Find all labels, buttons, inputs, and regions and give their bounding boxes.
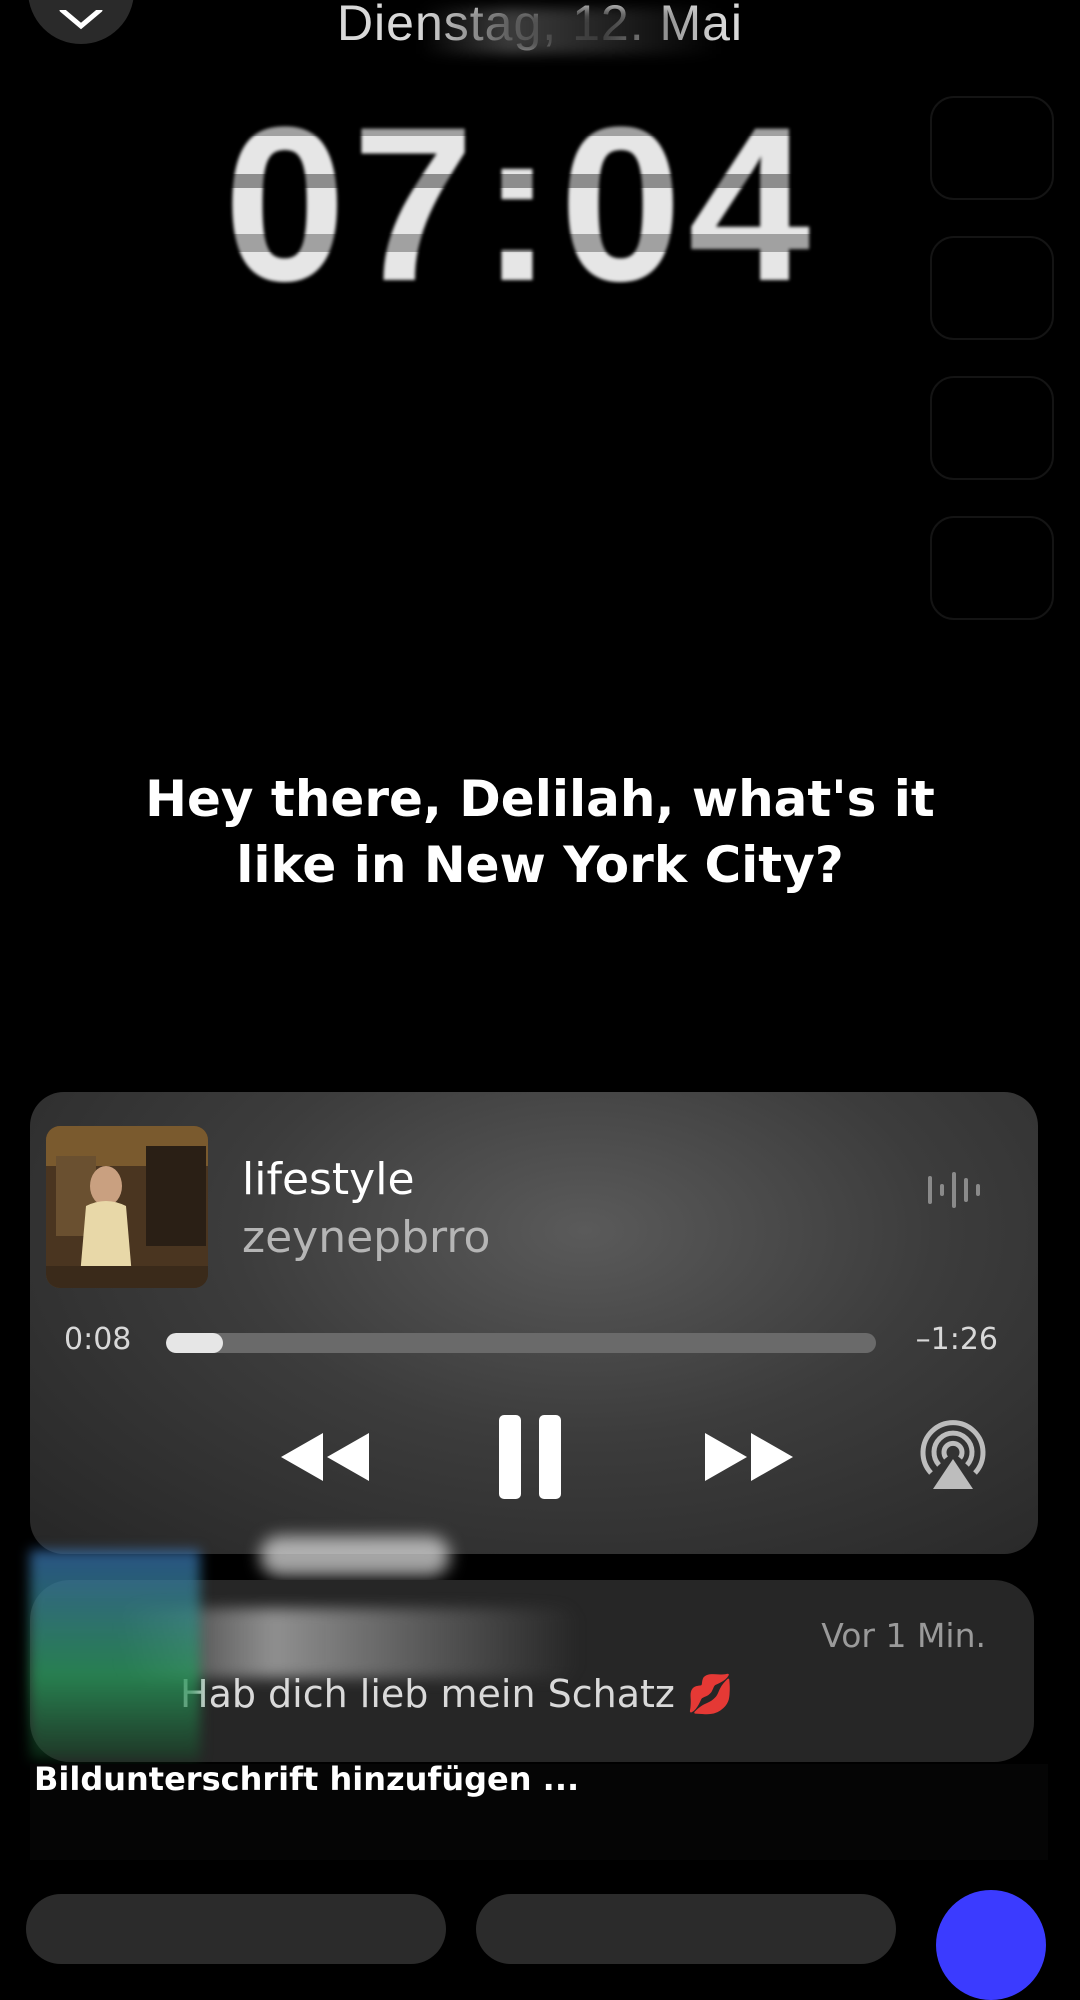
bottom-action-button[interactable] <box>26 1894 446 1964</box>
widget-placeholder <box>930 236 1054 340</box>
now-playing-widget[interactable]: lifestyle zeynepbrro 0:08 –1:26 <box>30 1092 1038 1554</box>
waveform-icon <box>928 1172 980 1208</box>
artwork-image <box>46 1126 208 1288</box>
date-redaction <box>420 8 720 54</box>
remaining-time: –1:26 <box>915 1322 998 1357</box>
fast-forward-icon <box>705 1433 793 1481</box>
clock-redaction-overlay <box>140 114 900 296</box>
send-button[interactable] <box>936 1890 1046 2000</box>
album-artwork[interactable] <box>46 1126 208 1288</box>
airplay-button[interactable] <box>910 1408 996 1498</box>
elapsed-time: 0:08 <box>64 1322 132 1357</box>
redaction-smudge <box>260 1536 450 1576</box>
fast-forward-button[interactable] <box>694 1412 804 1502</box>
pause-icon <box>499 1415 561 1499</box>
notification-time: Vor 1 Min. <box>821 1616 986 1655</box>
rewind-button[interactable] <box>270 1412 380 1502</box>
lock-screen-clock: 07:04 <box>140 84 900 324</box>
song-title: lifestyle <box>242 1154 415 1205</box>
rewind-icon <box>281 1433 369 1481</box>
pause-button[interactable] <box>490 1402 570 1512</box>
caption-input[interactable]: Bildunterschrift hinzufügen ... <box>34 1760 579 1798</box>
progress-bar[interactable] <box>166 1333 876 1353</box>
airplay-icon <box>920 1420 986 1489</box>
progress-fill <box>166 1333 223 1353</box>
app-icon-blur <box>30 1550 200 1760</box>
widget-placeholder <box>930 376 1054 480</box>
widget-placeholder <box>930 96 1054 200</box>
song-artist: zeynepbrro <box>242 1212 491 1263</box>
bottom-action-button[interactable] <box>476 1894 896 1964</box>
notification-message: Hab dich lieb mein Schatz 💋 <box>180 1672 735 1716</box>
widget-placeholder <box>930 516 1054 620</box>
lyrics-text: Hey there, Delilah, what's it like in Ne… <box>145 770 935 894</box>
